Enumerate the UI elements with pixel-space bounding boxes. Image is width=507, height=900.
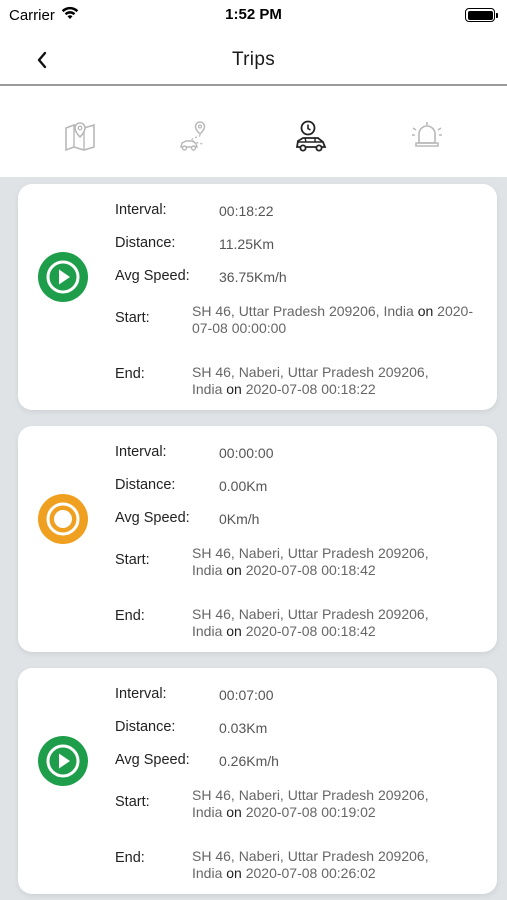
- avg-speed-value: 0.26Km/h: [219, 753, 279, 769]
- status-bar: Carrier 1:52 PM: [0, 0, 507, 30]
- end-time: 2020-07-08 00:18:22: [245, 381, 376, 397]
- end-time: 2020-07-08 00:18:42: [245, 623, 376, 639]
- start-address: SH 46, Naberi, Uttar Pradesh 209206, Ind…: [192, 787, 484, 821]
- on-label: on: [226, 865, 242, 881]
- battery-icon: [465, 8, 498, 22]
- distance-value: 0.00Km: [219, 478, 268, 494]
- start-time: 2020-07-08 00:19:02: [245, 804, 376, 820]
- end-time: 2020-07-08 00:26:02: [245, 865, 376, 881]
- tab-route[interactable]: [166, 106, 226, 166]
- interval-label: Interval:: [115, 202, 167, 218]
- end-address-line1: SH 46, Naberi, Uttar Pradesh 209206,: [192, 364, 429, 380]
- avg-speed-value: 36.75Km/h: [219, 269, 287, 285]
- end-address-line1: SH 46, Naberi, Uttar Pradesh 209206,: [192, 606, 429, 622]
- car-history-icon: [296, 120, 327, 152]
- start-label: Start:: [115, 552, 150, 568]
- start-address-text: SH 46, Uttar Pradesh 209206, India: [192, 303, 414, 319]
- end-address: SH 46, Naberi, Uttar Pradesh 209206, Ind…: [192, 364, 484, 398]
- trip-card[interactable]: Interval: 00:18:22 Distance: 11.25Km Avg…: [18, 184, 497, 410]
- play-icon[interactable]: [37, 735, 89, 787]
- end-address-line2: India: [192, 381, 223, 397]
- start-time: 2020-07-08 00:18:42: [245, 562, 376, 578]
- route-icon: [179, 121, 205, 151]
- end-address: SH 46, Naberi, Uttar Pradesh 209206, Ind…: [192, 606, 484, 640]
- map-icon: [65, 122, 95, 152]
- start-address-line2: India: [192, 804, 223, 820]
- status-time: 1:52 PM: [225, 6, 282, 23]
- back-button[interactable]: [30, 48, 54, 72]
- chevron-left-icon: [37, 51, 47, 69]
- nav-bar: Trips: [0, 36, 507, 86]
- distance-label: Distance:: [115, 235, 176, 251]
- avg-speed-label: Avg Speed:: [115, 268, 190, 284]
- interval-value: 00:00:00: [219, 445, 274, 461]
- on-label: on: [226, 623, 242, 639]
- start-address-line2: India: [192, 562, 223, 578]
- distance-label: Distance:: [115, 719, 176, 735]
- avg-speed-value: 0Km/h: [219, 511, 260, 527]
- end-label: End:: [115, 850, 145, 866]
- start-label: Start:: [115, 310, 150, 326]
- start-label: Start:: [115, 794, 150, 810]
- interval-label: Interval:: [115, 444, 167, 460]
- end-address-line2: India: [192, 623, 223, 639]
- start-address: SH 46, Naberi, Uttar Pradesh 209206, Ind…: [192, 545, 484, 579]
- tab-trips[interactable]: [281, 106, 341, 166]
- avg-speed-label: Avg Speed:: [115, 510, 190, 526]
- distance-label: Distance:: [115, 477, 176, 493]
- interval-label: Interval:: [115, 686, 167, 702]
- tab-alarm[interactable]: [397, 106, 457, 166]
- tab-map[interactable]: [50, 106, 110, 166]
- end-address: SH 46, Naberi, Uttar Pradesh 209206, Ind…: [192, 848, 484, 882]
- trip-list[interactable]: Interval: 00:18:22 Distance: 11.25Km Avg…: [0, 177, 507, 900]
- end-label: End:: [115, 608, 145, 624]
- on-label: on: [226, 562, 242, 578]
- interval-value: 00:18:22: [219, 203, 274, 219]
- on-label: on: [417, 303, 434, 319]
- distance-value: 11.25Km: [219, 236, 274, 252]
- stop-icon[interactable]: [37, 493, 89, 545]
- distance-value: 0.03Km: [219, 720, 268, 736]
- tab-row: [0, 95, 507, 177]
- play-icon[interactable]: [37, 251, 89, 303]
- start-address: SH 46, Uttar Pradesh 209206, India on 20…: [192, 303, 484, 337]
- end-address-line1: SH 46, Naberi, Uttar Pradesh 209206,: [192, 848, 429, 864]
- end-label: End:: [115, 366, 145, 382]
- start-address-line1: SH 46, Naberi, Uttar Pradesh 209206,: [192, 787, 429, 803]
- on-label: on: [226, 804, 242, 820]
- start-address-line1: SH 46, Naberi, Uttar Pradesh 209206,: [192, 545, 429, 561]
- trip-card[interactable]: Interval: 00:00:00 Distance: 0.00Km Avg …: [18, 426, 497, 652]
- end-address-line2: India: [192, 865, 223, 881]
- interval-value: 00:07:00: [219, 687, 274, 703]
- trip-card[interactable]: Interval: 00:07:00 Distance: 0.03Km Avg …: [18, 668, 497, 894]
- page-title: Trips: [231, 49, 276, 70]
- on-label: on: [226, 381, 242, 397]
- avg-speed-label: Avg Speed:: [115, 752, 190, 768]
- alarm-bell-icon: [412, 122, 443, 147]
